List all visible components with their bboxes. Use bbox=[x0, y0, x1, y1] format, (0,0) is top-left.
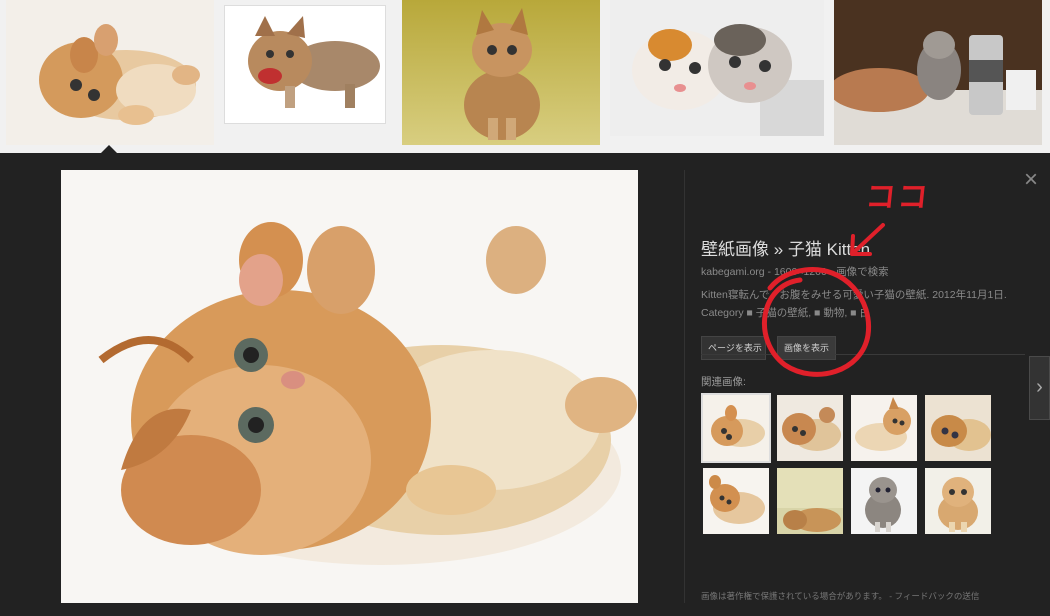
copyright-notice: 画像は著作権で保護されている場合があります。 bbox=[701, 591, 887, 601]
close-icon[interactable]: × bbox=[1020, 168, 1042, 192]
category-bullet: ■ bbox=[814, 307, 821, 319]
visit-page-button[interactable]: ページを表示 bbox=[701, 336, 766, 360]
annotation-label: ココ bbox=[863, 181, 932, 214]
main-preview-image[interactable] bbox=[61, 170, 638, 603]
category-link-animal[interactable]: 動物 bbox=[823, 307, 844, 319]
image-viewer-panel: × bbox=[0, 153, 1050, 616]
result-thumb-two-kittens[interactable] bbox=[610, 0, 824, 136]
category-link-kitten-wallpaper[interactable]: 子猫の壁紙 bbox=[756, 307, 809, 319]
related-image-8[interactable] bbox=[925, 468, 991, 534]
related-images-label: 関連画像: bbox=[701, 376, 746, 388]
related-image-4[interactable] bbox=[925, 395, 991, 461]
feedback-link[interactable]: フィードバックの送信 bbox=[895, 591, 980, 601]
related-image-1[interactable] bbox=[701, 393, 771, 463]
category-link-white[interactable]: 白 bbox=[860, 307, 871, 319]
image-title[interactable]: 壁紙画像 » 子猫 Kitten bbox=[701, 235, 1031, 260]
image-description: Kitten寝転んで、お腹をみせる可愛い子猫の壁紙. 2012年11月1日. bbox=[701, 289, 1007, 301]
details-divider bbox=[701, 354, 1025, 355]
category-prefix: Category bbox=[701, 307, 744, 319]
category-bullet: ■ bbox=[746, 307, 753, 319]
related-image-7[interactable] bbox=[851, 468, 917, 534]
category-bullet: ■ bbox=[850, 307, 857, 319]
related-image-3[interactable] bbox=[851, 395, 917, 461]
image-dimensions: 1600×1200 bbox=[773, 266, 827, 278]
footer-sep: - bbox=[889, 591, 893, 601]
image-categories: Category ■ 子猫の壁紙, ■ 動物, ■ 白 bbox=[701, 307, 871, 319]
next-image-chevron-icon[interactable]: › bbox=[1029, 356, 1050, 420]
image-details: 壁紙画像 » 子猫 Kitten kabegami.org - 1600×120… bbox=[701, 235, 1031, 360]
image-search-page: × 壁紙画像 » 子猫 Kitten kabegami.org - 1600×1… bbox=[0, 0, 1050, 616]
action-buttons: ページを表示 画像を表示 bbox=[701, 336, 1031, 360]
source-domain[interactable]: kabegami.org bbox=[701, 266, 765, 278]
image-meta: kabegami.org - 1600×1200 - 画像で検索 bbox=[701, 264, 1031, 279]
view-image-button[interactable]: 画像を表示 bbox=[777, 336, 836, 360]
related-image-6[interactable] bbox=[777, 468, 843, 534]
search-by-image-link[interactable]: 画像で検索 bbox=[836, 266, 889, 278]
result-thumb-kitten-held[interactable] bbox=[834, 0, 1042, 145]
panel-divider bbox=[684, 170, 685, 603]
result-thumb-kitten-on-back[interactable] bbox=[6, 0, 214, 145]
meta-sep: - bbox=[829, 266, 834, 278]
related-image-2[interactable] bbox=[777, 395, 843, 461]
result-thumb-kitten-sitting[interactable] bbox=[402, 0, 600, 145]
related-image-5[interactable] bbox=[703, 468, 769, 534]
results-strip bbox=[0, 0, 1050, 154]
copyright-footer: 画像は著作権で保護されている場合があります。 - フィードバックの送信 bbox=[701, 590, 979, 602]
result-thumb-kitten-hissing[interactable] bbox=[224, 5, 386, 124]
meta-sep: - bbox=[767, 266, 772, 278]
